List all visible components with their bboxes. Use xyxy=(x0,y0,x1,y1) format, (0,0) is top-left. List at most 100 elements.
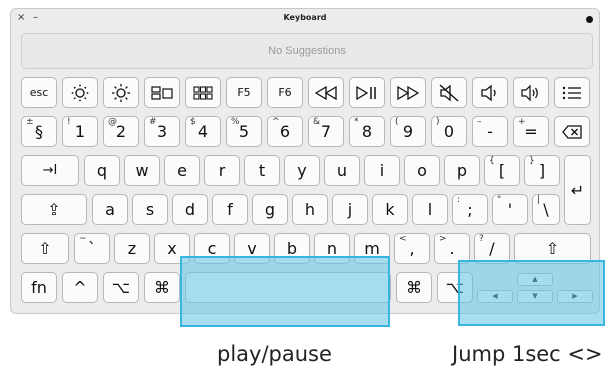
minus-key[interactable]: – - xyxy=(472,116,508,147)
main-label: \ xyxy=(543,200,549,219)
quote-key[interactable]: " ' xyxy=(492,194,528,225)
mute-icon xyxy=(439,83,459,102)
shift-label: | xyxy=(537,195,541,205)
brightness-down-key[interactable] xyxy=(62,77,98,108)
key-l[interactable]: l xyxy=(412,194,448,225)
key-z[interactable]: z xyxy=(114,233,150,264)
control-key[interactable]: ^ xyxy=(62,272,98,303)
key-6[interactable]: ^ 6 xyxy=(267,116,303,147)
main-label: ; xyxy=(467,200,473,219)
shift-label: ~ xyxy=(79,234,87,244)
key-r[interactable]: r xyxy=(204,155,240,186)
key-0[interactable]: ) 0 xyxy=(431,116,467,147)
key-4[interactable]: $4 xyxy=(185,116,221,147)
shift-label: ! xyxy=(67,117,71,127)
key-g[interactable]: g xyxy=(252,194,288,225)
key-2[interactable]: @2 xyxy=(103,116,139,147)
key-a[interactable]: a xyxy=(92,194,128,225)
esc-key[interactable]: esc xyxy=(21,77,57,108)
command-key[interactable]: ⌘ xyxy=(144,272,180,303)
key-d[interactable]: d xyxy=(172,194,208,225)
key-w[interactable]: w xyxy=(124,155,160,186)
delete-key[interactable] xyxy=(554,116,590,147)
space-highlight-overlay xyxy=(180,256,390,327)
key-3[interactable]: #3 xyxy=(144,116,180,147)
key-1[interactable]: ! 1 xyxy=(62,116,98,147)
fn-key[interactable]: fn xyxy=(21,272,57,303)
key-y[interactable]: y xyxy=(284,155,320,186)
shift-label: ( xyxy=(395,117,399,127)
rewind-key[interactable] xyxy=(308,77,344,108)
return-key[interactable]: ↵ xyxy=(564,155,591,225)
main-label: § xyxy=(35,122,43,141)
volume-up-key[interactable] xyxy=(513,77,549,108)
shift-label: $ xyxy=(190,117,196,127)
shift-label: > xyxy=(439,234,447,244)
key-e[interactable]: e xyxy=(164,155,200,186)
main-label: . xyxy=(449,239,455,258)
shift-label: * xyxy=(354,117,359,127)
key-u[interactable]: u xyxy=(324,155,360,186)
backslash-key[interactable]: | \ xyxy=(532,194,560,225)
key-h[interactable]: h xyxy=(292,194,328,225)
option-key[interactable]: ⌥ xyxy=(103,272,139,303)
main-label: 6 xyxy=(279,122,291,141)
brightness-up-key[interactable] xyxy=(103,77,139,108)
key-f[interactable]: f xyxy=(212,194,248,225)
main-label: 2 xyxy=(115,122,127,141)
semicolon-key[interactable]: :; xyxy=(452,194,488,225)
shift-label: ) xyxy=(436,117,440,127)
key-s[interactable]: s xyxy=(132,194,168,225)
f6-key[interactable]: F6 xyxy=(267,77,303,108)
rewind-icon xyxy=(315,85,337,100)
play-pause-key[interactable] xyxy=(349,77,385,108)
backtick-key[interactable]: ~ ` xyxy=(74,233,110,264)
caps-lock-key[interactable]: ⇪ xyxy=(21,194,87,225)
menu-key[interactable] xyxy=(554,77,590,108)
shift-label: % xyxy=(231,117,240,127)
key-t[interactable]: t xyxy=(244,155,280,186)
bracket-close-key[interactable]: }] xyxy=(524,155,560,186)
fast-forward-icon xyxy=(397,85,419,100)
delete-icon xyxy=(562,124,582,139)
shift-label: @ xyxy=(108,117,117,127)
command-right-key[interactable]: ⌘ xyxy=(396,272,432,303)
key-q[interactable]: q xyxy=(84,155,120,186)
fast-forward-key[interactable] xyxy=(390,77,426,108)
key-9[interactable]: (9 xyxy=(390,116,426,147)
f5-key[interactable]: F5 xyxy=(226,77,262,108)
main-label: 3 xyxy=(156,122,168,141)
shift-label: & xyxy=(313,117,321,127)
section-key[interactable]: ± § xyxy=(21,116,57,147)
key-p[interactable]: p xyxy=(444,155,480,186)
volume-down-key[interactable] xyxy=(472,77,508,108)
main-label: 1 xyxy=(74,122,86,141)
mute-key[interactable] xyxy=(431,77,467,108)
tab-key[interactable]: →I xyxy=(21,155,79,186)
equals-key[interactable]: + = xyxy=(513,116,549,147)
main-label: ] xyxy=(538,161,546,180)
mission-control-icon xyxy=(151,85,173,100)
bracket-open-key[interactable]: {[ xyxy=(484,155,520,186)
launchpad-key[interactable] xyxy=(185,77,221,108)
arrows-caption: Jump 1sec <> xyxy=(452,342,603,366)
brightness-up-icon xyxy=(112,83,130,102)
key-8[interactable]: * 8 xyxy=(349,116,385,147)
shift-left-key[interactable]: ⇧ xyxy=(21,233,69,264)
key-o[interactable]: o xyxy=(404,155,440,186)
main-label: 5 xyxy=(238,122,250,141)
play-pause-icon xyxy=(356,85,376,100)
key-5[interactable]: % 5 xyxy=(226,116,262,147)
arrows-highlight-overlay xyxy=(458,260,605,326)
key-k[interactable]: k xyxy=(372,194,408,225)
key-7[interactable]: & 7 xyxy=(308,116,344,147)
shift-label: < xyxy=(399,234,407,244)
shift-label: + xyxy=(518,117,526,127)
volume-up-icon xyxy=(521,84,538,101)
options-dot-icon[interactable] xyxy=(586,16,593,23)
comma-key[interactable]: <, xyxy=(394,233,430,264)
key-j[interactable]: j xyxy=(332,194,368,225)
mission-control-key[interactable] xyxy=(144,77,180,108)
suggestions-bar: No Suggestions xyxy=(21,33,593,69)
key-i[interactable]: i xyxy=(364,155,400,186)
